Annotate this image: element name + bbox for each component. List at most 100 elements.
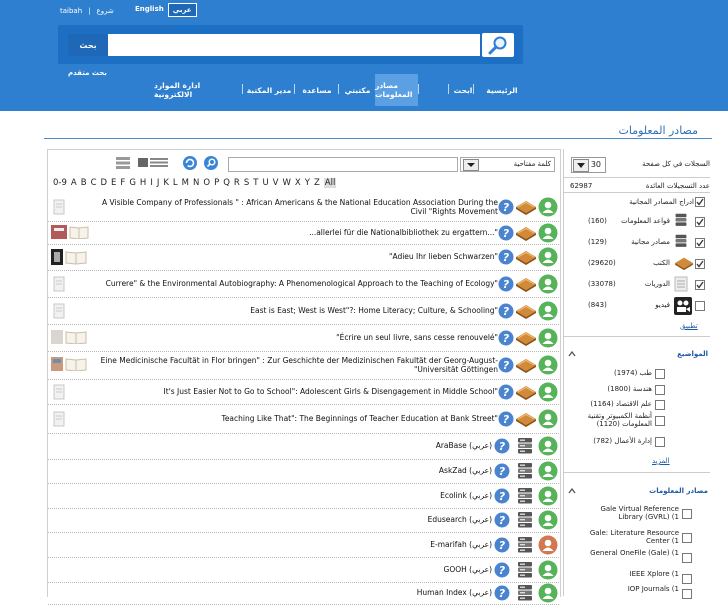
collapse-icon[interactable] [568,487,576,496]
alpha-B[interactable]: B [81,178,87,188]
taibah-link[interactable]: taibah [60,7,82,15]
lang-arabic-link[interactable]: عربي [167,3,197,17]
alpha-L[interactable]: L [173,178,178,188]
thumbnail[interactable] [51,384,67,402]
user-icon[interactable] [538,436,558,458]
user-icon[interactable] [538,560,558,582]
alpha-K[interactable]: K [163,178,169,188]
subject-checkbox[interactable] [655,385,665,395]
result-title[interactable]: Teaching Like That": The Beginnings of T… [100,414,498,423]
result-title[interactable]: E-marifah (عربي) [100,540,492,549]
result-title[interactable]: "Écrire un seul livre, sans cesse renouv… [100,333,498,342]
alpha-E[interactable]: E [111,178,116,188]
source-label[interactable]: IOP Journals (1 [581,585,679,593]
help-icon[interactable]: ? [498,384,514,402]
book-icon[interactable] [515,224,537,244]
filter-search-icon[interactable] [203,155,219,170]
book-icon[interactable] [515,383,537,403]
alpha-All[interactable]: All [323,178,337,188]
collapse-icon[interactable] [568,350,576,359]
book-icon[interactable] [515,329,537,349]
user-icon[interactable] [538,355,558,377]
alpha-U[interactable]: U [262,178,268,188]
alpha-T[interactable]: T [253,178,258,188]
result-title[interactable]: Ecolink (عربي) [100,491,492,500]
subject-label[interactable]: علم الاقتصاد (1164) [584,400,652,408]
alpha-Z[interactable]: Z [314,178,320,188]
user-icon[interactable] [538,535,558,557]
search-icon[interactable] [482,33,514,57]
type-checkbox[interactable] [695,259,705,269]
alpha-D[interactable]: D [101,178,108,188]
database-icon[interactable] [517,462,533,482]
alpha-P[interactable]: P [214,178,219,188]
source-checkbox[interactable] [682,509,692,519]
source-checkbox[interactable] [682,589,692,599]
type-checkbox[interactable] [695,301,705,311]
user-icon[interactable] [538,328,558,350]
database-icon[interactable] [517,584,533,604]
book-icon[interactable] [515,248,537,268]
result-title[interactable]: It's Just Easier Not to Go to School": A… [100,387,498,396]
nav-item-2[interactable]: مصادر المعلومات [375,74,418,106]
book-icon[interactable] [515,302,537,322]
result-title[interactable]: Eine Medicinische Facultät in Flor bring… [100,356,498,374]
nav-item-0[interactable]: الرئيسية [478,74,526,106]
type-checkbox[interactable] [695,280,705,290]
alpha-G[interactable]: G [129,178,136,188]
help-icon[interactable]: ? [494,585,510,603]
subject-checkbox[interactable] [655,400,665,410]
help-icon[interactable]: ? [494,562,510,580]
extra-link[interactable]: شروع [97,7,114,15]
refresh-icon[interactable] [182,155,198,170]
nav-item-5[interactable]: مدير المكتبة [246,74,292,106]
help-icon[interactable]: ? [494,512,510,530]
more-subjects-link[interactable]: المزيد [652,457,670,465]
thumbnail[interactable] [51,329,89,346]
alpha-F[interactable]: F [120,178,125,188]
user-icon[interactable] [538,301,558,323]
alpha-M[interactable]: M [182,178,189,188]
help-icon[interactable]: ? [498,225,514,243]
help-icon[interactable]: ? [498,411,514,429]
subject-label[interactable]: أنظمة الكمبيوتر وتقنية المعلومات (1120) [584,412,652,428]
source-checkbox[interactable] [682,533,692,543]
alpha-V[interactable]: V [273,178,279,188]
result-title[interactable]: A Visible Company of Professionals " : A… [100,198,498,216]
help-icon[interactable]: ? [498,276,514,294]
database-icon[interactable] [517,511,533,531]
nav-item-6[interactable]: ادارة الموارد الالكترونية [154,74,240,106]
thumbnail[interactable] [51,276,67,294]
database-icon[interactable] [517,437,533,457]
subject-label[interactable]: طب (1974) [584,369,652,377]
source-label[interactable]: Gale Virtual Reference Library (GVRL) (1 [581,505,679,521]
user-icon[interactable] [538,583,558,605]
result-title[interactable]: ...allerlei für die Nationalbibliothek z… [100,228,498,237]
result-title[interactable]: Currere" & the Environmental Autobiograp… [100,279,498,288]
help-icon[interactable]: ? [498,199,514,217]
alpha-X[interactable]: X [295,178,301,188]
result-title[interactable]: Edusearch (عربي) [100,515,492,524]
result-title[interactable]: AraBase (عربي) [100,441,492,450]
subject-checkbox[interactable] [655,437,665,447]
help-icon[interactable]: ? [494,488,510,506]
thumbnail[interactable] [51,411,67,429]
book-icon[interactable] [515,356,537,376]
subject-label[interactable]: إدارة الأعمال (782) [584,437,652,445]
user-icon[interactable] [538,409,558,431]
source-checkbox[interactable] [682,574,692,584]
type-checkbox[interactable] [695,238,705,248]
result-title[interactable]: East is East; West is West"?: Home Liter… [100,306,498,315]
user-icon[interactable] [538,486,558,508]
result-title[interactable]: AskZad (عربي) [100,466,492,475]
database-icon[interactable] [517,561,533,581]
help-icon[interactable]: ? [498,249,514,267]
user-icon[interactable] [538,197,558,219]
search-button[interactable]: بحث [68,34,108,56]
alpha-R[interactable]: R [234,178,240,188]
source-label[interactable]: General OneFile (Gale) (1 [581,549,679,557]
type-checkbox[interactable] [695,217,705,227]
book-icon[interactable] [515,410,537,430]
keyword-select[interactable]: كلمة مفتاحية [460,157,555,172]
book-icon[interactable] [515,275,537,295]
